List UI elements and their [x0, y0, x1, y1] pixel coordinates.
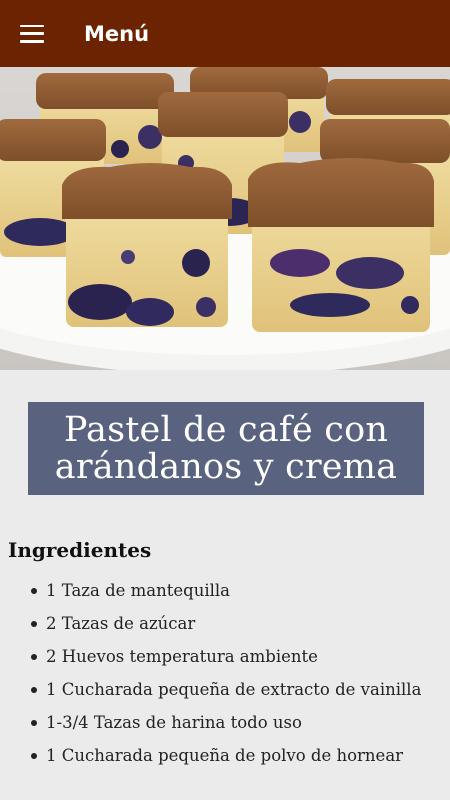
menu-line [20, 32, 44, 35]
recipe-title-banner: Pastel de café con arándanos y crema [28, 402, 424, 495]
app-bar-title: Menú [84, 21, 150, 46]
app-bar: Menú [0, 0, 450, 67]
list-item: 1 Cucharada pequeña de extracto de vaini… [31, 679, 450, 700]
cake-piece [62, 163, 232, 327]
list-item: 1 Taza de mantequilla [31, 580, 450, 601]
cake-piece [248, 158, 434, 332]
list-item: 2 Tazas de azúcar [31, 613, 450, 634]
recipe-title: Pastel de café con arándanos y crema [54, 409, 398, 487]
hero-image [0, 67, 450, 370]
list-item: 1-3/4 Tazas de harina todo uso [31, 712, 450, 733]
hamburger-menu-icon[interactable] [20, 24, 44, 43]
menu-line [20, 40, 44, 43]
list-item: 1 Cucharada pequeña de polvo de hornear [31, 745, 450, 766]
ingredients-list: 1 Taza de mantequilla 2 Tazas de azúcar … [0, 580, 450, 766]
list-item: 2 Huevos temperatura ambiente [31, 646, 450, 667]
menu-line [20, 24, 44, 27]
ingredients-heading: Ingredientes [8, 538, 152, 562]
